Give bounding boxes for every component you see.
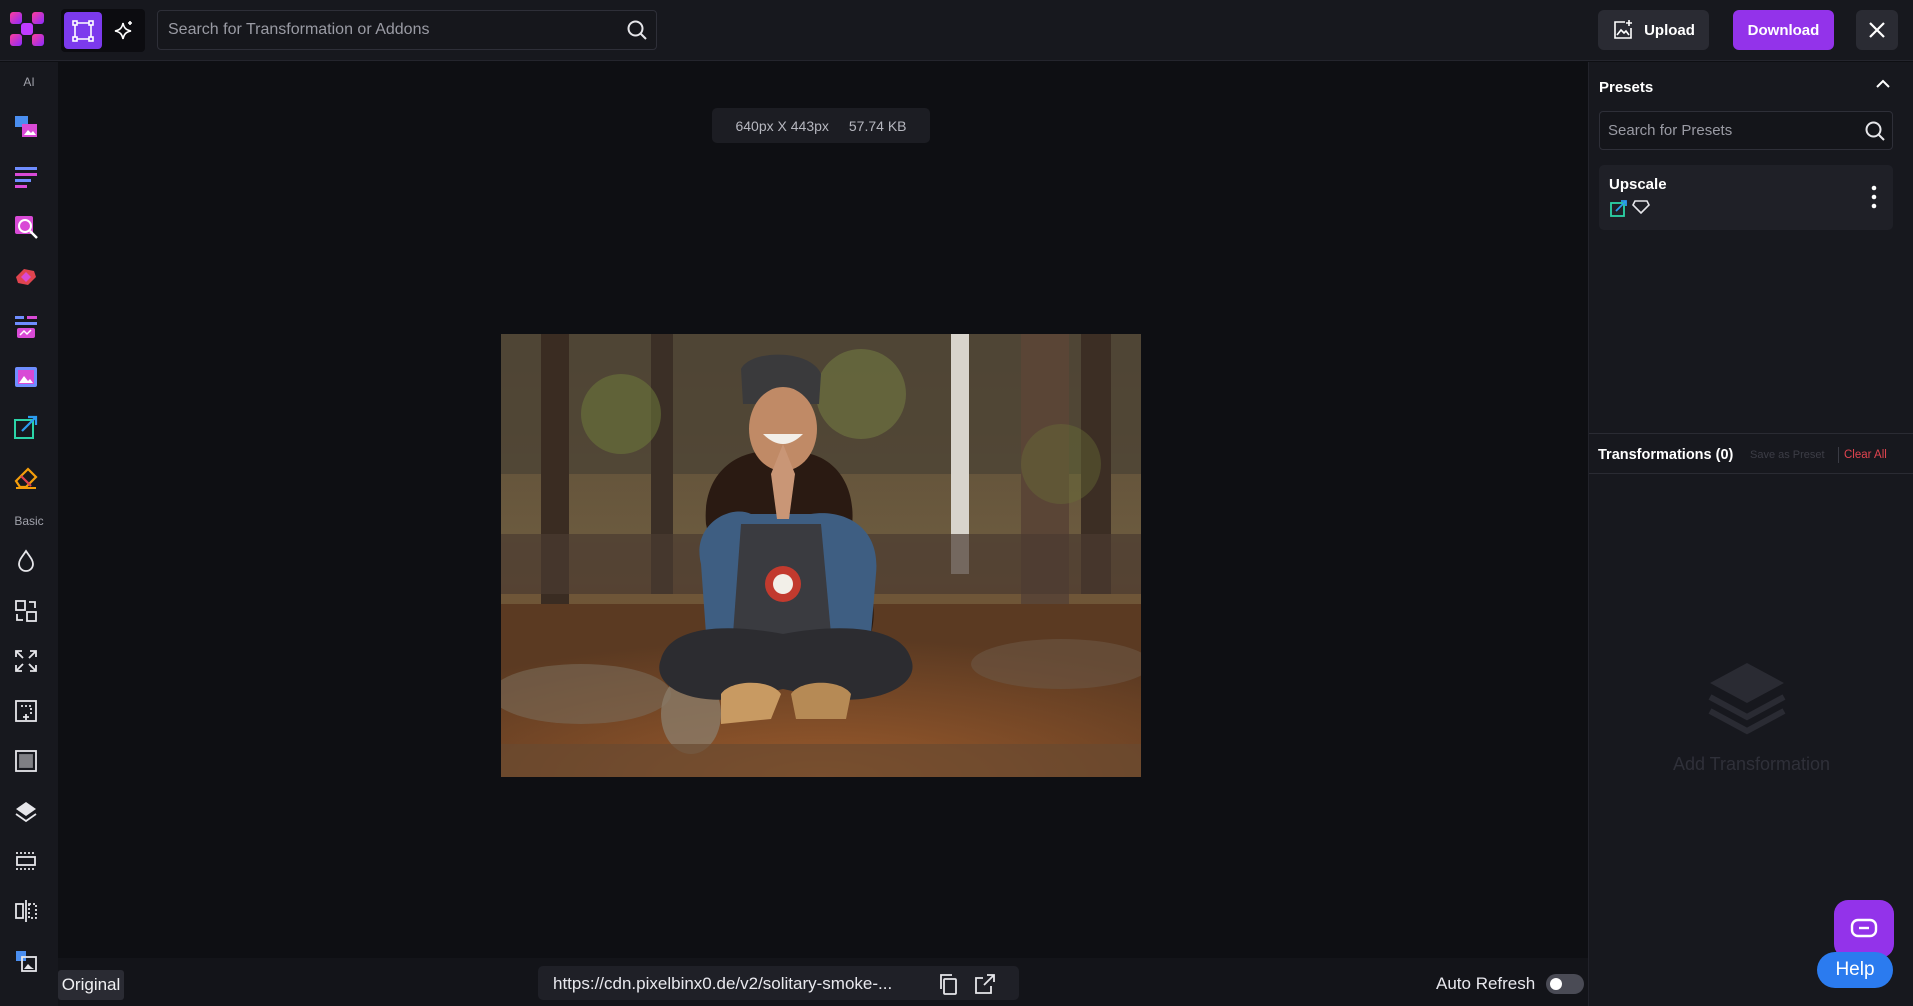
crop-icon[interactable]	[10, 695, 42, 727]
preset-search	[1599, 111, 1893, 150]
upload-image-icon	[1614, 20, 1633, 39]
image-file-size: 57.74 KB	[848, 117, 907, 134]
transformations-header: Transformations (0) Save as Preset Clear…	[1589, 434, 1913, 474]
chat-button[interactable]	[1834, 900, 1894, 958]
blur-drop-icon[interactable]	[10, 545, 42, 577]
empty-transformations-text: Add Transformation	[1672, 754, 1831, 774]
transformations-title: Transformations (0)	[1598, 447, 1734, 463]
transformation-search	[157, 10, 657, 50]
search-icon[interactable]	[1864, 120, 1886, 142]
background-remove-icon[interactable]	[10, 261, 42, 293]
presets-title: Presets	[1599, 79, 1654, 96]
chevron-up-icon[interactable]	[1873, 74, 1893, 94]
transformation-search-input[interactable]	[158, 11, 608, 49]
header-separator	[1838, 447, 1839, 463]
resize-icon[interactable]	[10, 645, 42, 677]
border-icon[interactable]	[10, 845, 42, 877]
original-label: Original	[61, 975, 121, 994]
preview-image	[501, 334, 1141, 777]
convert-icon[interactable]	[10, 595, 42, 627]
save-as-preset-button[interactable]: Save as Preset	[1750, 449, 1825, 461]
image-dimensions: 640px X 443px	[735, 117, 829, 134]
download-label: Download	[1747, 21, 1820, 39]
stack-layers-icon	[1708, 663, 1786, 735]
close-button[interactable]	[1856, 10, 1898, 50]
help-button[interactable]: Help	[1817, 952, 1893, 988]
layers-icon[interactable]	[10, 795, 42, 827]
batch-process-icon[interactable]	[10, 311, 42, 343]
app-logo-icon[interactable]	[8, 10, 46, 48]
preset-item[interactable]: Upscale	[1599, 165, 1893, 230]
upload-button[interactable]: Upload	[1598, 10, 1709, 50]
download-button[interactable]: Download	[1733, 10, 1834, 50]
auto-refresh-toggle[interactable]	[1546, 974, 1584, 994]
copy-icon[interactable]	[936, 972, 960, 996]
watermark-icon[interactable]	[10, 361, 42, 393]
ai-mode-button[interactable]	[104, 12, 142, 49]
frame-icon[interactable]	[10, 745, 42, 777]
magic-sparkle-icon	[114, 20, 132, 39]
diamond-icon	[1632, 200, 1650, 214]
text-extract-icon[interactable]	[10, 161, 42, 193]
overlay-icon[interactable]	[10, 945, 42, 977]
mode-switcher	[61, 9, 145, 52]
upscale-icon[interactable]	[10, 411, 42, 443]
original-button[interactable]: Original	[58, 970, 124, 1000]
search-icon[interactable]	[626, 19, 648, 41]
right-panel: Presets Upscale Transformations (0) Save…	[1588, 62, 1913, 1006]
help-label: Help	[1835, 959, 1875, 980]
clear-all-button[interactable]: Clear All	[1844, 449, 1887, 461]
flip-icon[interactable]	[10, 895, 42, 927]
top-bar: Upload Download	[0, 0, 1913, 61]
editor-mode-button[interactable]	[64, 12, 102, 49]
image-url[interactable]: https://cdn.pixelbinx0.de/v2/solitary-sm…	[553, 974, 913, 994]
eraser-icon[interactable]	[10, 461, 42, 493]
object-search-icon[interactable]	[10, 211, 42, 243]
tool-sidebar: AI Basic	[0, 62, 58, 1006]
ai-section-label: AI	[23, 75, 35, 89]
image-extend-icon[interactable]	[10, 111, 42, 143]
url-box: https://cdn.pixelbinx0.de/v2/solitary-sm…	[538, 966, 1019, 1000]
frame-select-icon	[72, 19, 94, 42]
image-info-badge: 640px X 443px 57.74 KB	[712, 108, 930, 143]
preset-name: Upscale	[1609, 176, 1667, 193]
auto-refresh-label: Auto Refresh	[1436, 974, 1536, 993]
open-external-icon[interactable]	[973, 972, 997, 996]
upscale-icon	[1610, 200, 1627, 217]
chat-bubble-icon	[1850, 918, 1878, 938]
basic-section-label: Basic	[14, 514, 44, 528]
upload-label: Upload	[1644, 21, 1695, 39]
more-options-icon[interactable]	[1871, 185, 1877, 209]
toggle-knob	[1550, 978, 1562, 990]
preset-search-input[interactable]	[1600, 112, 1850, 149]
close-icon	[1869, 22, 1885, 38]
